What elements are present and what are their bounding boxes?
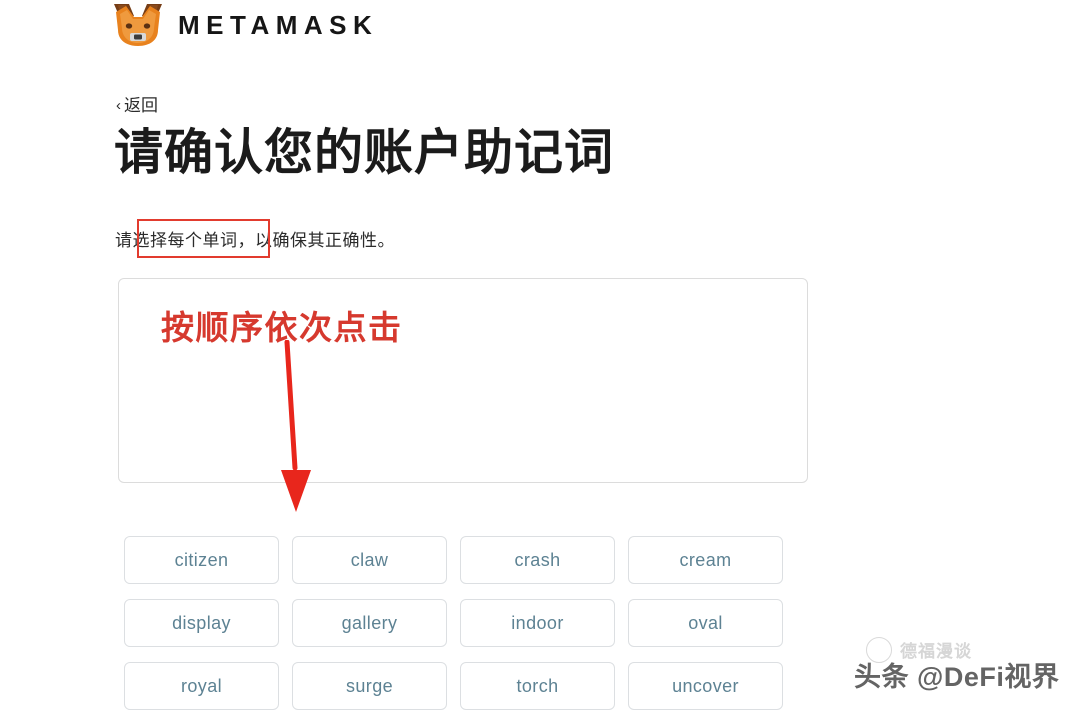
brand-header: METAMASK [112,2,378,48]
word-chip[interactable]: citizen [124,536,279,584]
back-link[interactable]: ‹ 返回 [116,91,158,116]
metamask-fox-icon [114,4,162,46]
back-label: 返回 [124,96,158,115]
watermark-main-text: 头条 @DeFi视界 [854,662,1060,692]
word-chip[interactable]: surge [292,662,447,710]
word-chip[interactable]: display [124,599,279,647]
word-chip[interactable]: cream [628,536,783,584]
page-subtitle: 请选择每个单词，以确保其正确性。 [115,231,395,250]
word-bank-grid: citizen claw crash cream display gallery… [124,536,783,710]
word-chip[interactable]: royal [124,662,279,710]
page-title: 请确认您的账户助记词 [114,126,615,180]
word-chip[interactable]: claw [292,536,447,584]
watermark-avatar-icon [866,637,892,663]
selected-words-area[interactable] [118,278,808,483]
word-chip[interactable]: uncover [628,662,783,710]
word-chip[interactable]: torch [460,662,615,710]
word-chip[interactable]: crash [460,536,615,584]
word-chip[interactable]: oval [628,599,783,647]
word-chip[interactable]: gallery [292,599,447,647]
word-chip[interactable]: indoor [460,599,615,647]
chevron-left-icon: ‹ [116,97,121,114]
watermark-sub-text: 德福漫谈 [900,642,972,661]
watermark: 德福漫谈 头条 @DeFi视界 [854,635,1074,707]
brand-wordmark: METAMASK [178,9,379,40]
